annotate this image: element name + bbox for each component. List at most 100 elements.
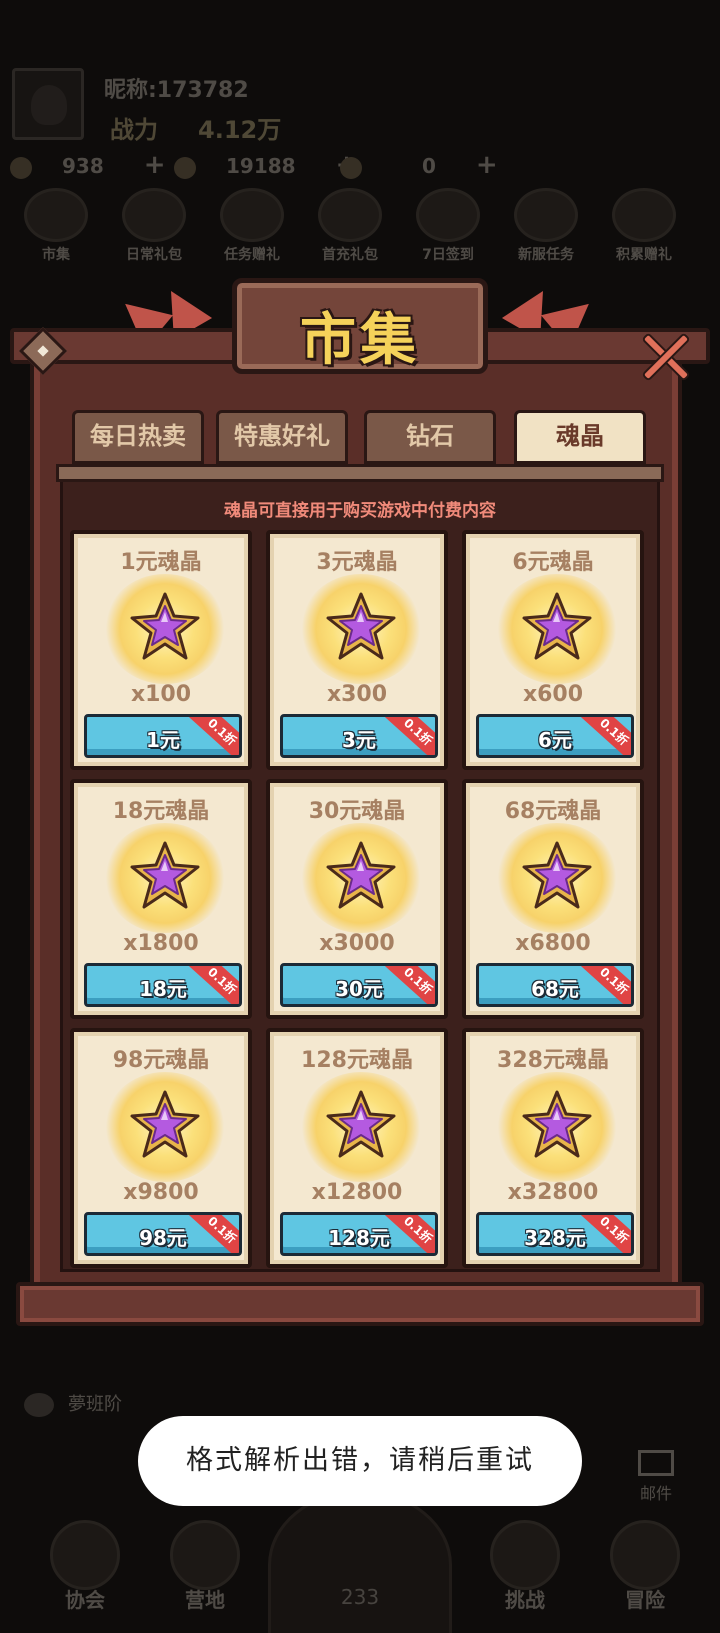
product-card[interactable]: 328元魂晶 x32800 328元 0.1折 — [462, 1028, 644, 1268]
buy-button[interactable]: 98元 0.1折 — [84, 1212, 242, 1256]
product-title: 98元魂晶 — [112, 1048, 210, 1073]
product-quantity: x100 — [130, 682, 192, 707]
product-card[interactable]: 18元魂晶 x1800 18元 0.1折 — [70, 779, 252, 1019]
soul-crystal-star-icon — [130, 841, 200, 909]
tab-daily-hot[interactable]: 每日热卖 — [72, 410, 204, 464]
product-quantity: x6800 — [515, 931, 591, 956]
calendar-icon — [416, 188, 480, 242]
hud-signin: 7日签到 — [406, 188, 490, 264]
product-quantity: x1800 — [123, 931, 199, 956]
hud-task-gift: 任务赠礼 — [210, 188, 294, 264]
add-crystal-button: + — [475, 150, 498, 180]
currency-row: 938+ 19188+ 0+ — [10, 150, 710, 180]
close-button[interactable] — [640, 330, 692, 382]
buy-button[interactable]: 328元 0.1折 — [476, 1212, 634, 1256]
avatar — [12, 68, 84, 140]
bottom-nav: 协会 营地 挑战 冒险 — [0, 1520, 720, 1633]
hud-first-charge: 首充礼包 — [308, 188, 392, 264]
product-quantity: x600 — [522, 682, 584, 707]
product-card[interactable]: 3元魂晶 x300 3元 0.1折 — [266, 530, 448, 770]
product-title: 128元魂晶 — [301, 1048, 413, 1073]
add-gem-button: + — [143, 150, 166, 180]
nav-camp: 营地 — [150, 1520, 260, 1613]
nickname: 昵称:173782 — [104, 78, 249, 103]
product-quantity: x9800 — [123, 1180, 199, 1205]
market-title: 市集 — [300, 308, 420, 373]
hud-icon-row: 市集 日常礼包 任务赠礼 首充礼包 7日签到 新服任务 积累赠礼 — [8, 188, 712, 268]
hud-accumulate-gift: 积累赠礼 — [602, 188, 686, 264]
product-title: 68元魂晶 — [504, 799, 602, 824]
power-value: 4.12万 — [198, 116, 282, 144]
product-title: 1元魂晶 — [120, 550, 202, 575]
product-title: 328元魂晶 — [497, 1048, 609, 1073]
chat-row: 夢班阶 — [24, 1390, 122, 1417]
product-card[interactable]: 6元魂晶 x600 6元 0.1折 — [462, 530, 644, 770]
product-quantity: x12800 — [311, 1180, 403, 1205]
power-display: 战力 4.12万 — [110, 110, 281, 145]
buy-button[interactable]: 30元 0.1折 — [280, 963, 438, 1007]
product-title: 30元魂晶 — [308, 799, 406, 824]
panel-bottom-frame — [16, 1282, 704, 1326]
buy-button[interactable]: 128元 0.1折 — [280, 1212, 438, 1256]
battle-icon — [490, 1520, 560, 1590]
product-card[interactable]: 68元魂晶 x6800 68元 0.1折 — [462, 779, 644, 1019]
product-quantity: x32800 — [507, 1180, 599, 1205]
product-card[interactable]: 1元魂晶 x100 1元 0.1折 — [70, 530, 252, 770]
chat-icon — [24, 1393, 54, 1417]
gift-icon — [220, 188, 284, 242]
adventure-icon — [610, 1520, 680, 1590]
soul-crystal-star-icon — [326, 592, 396, 660]
market-icon — [24, 188, 88, 242]
soul-crystal-star-icon — [130, 592, 200, 660]
soul-crystal-star-icon — [522, 592, 592, 660]
tab-diamond[interactable]: 钻石 — [364, 410, 496, 464]
currency-gem: 938 + — [10, 150, 166, 180]
hud-daily-gift: 日常礼包 — [112, 188, 196, 264]
soul-crystal-star-icon — [326, 1090, 396, 1158]
coin-icon — [174, 156, 196, 179]
error-toast: 格式解析出错，请稍后重试 — [138, 1416, 582, 1506]
tab-rail — [56, 464, 664, 482]
product-card[interactable]: 98元魂晶 x9800 98元 0.1折 — [70, 1028, 252, 1268]
title-plate: 市集 — [232, 278, 488, 374]
buy-button[interactable]: 6元 0.1折 — [476, 714, 634, 758]
product-quantity: x3000 — [319, 931, 395, 956]
gift-icon — [318, 188, 382, 242]
guild-icon — [50, 1520, 120, 1590]
hud-new-server-task: 新服任务 — [504, 188, 588, 264]
product-title: 18元魂晶 — [112, 799, 210, 824]
buy-button[interactable]: 1元 0.1折 — [84, 714, 242, 758]
crystal-icon — [340, 156, 362, 179]
market-subtitle: 魂晶可直接用于购买游戏中付费内容 — [224, 501, 496, 521]
task-icon — [514, 188, 578, 242]
product-quantity: x300 — [326, 682, 388, 707]
mail-button: 邮件 — [630, 1450, 682, 1504]
gift-icon — [612, 188, 676, 242]
currency-crystal: 0 + — [340, 150, 498, 180]
product-title: 6元魂晶 — [512, 550, 594, 575]
hud-market: 市集 — [14, 188, 98, 264]
product-title: 3元魂晶 — [316, 550, 398, 575]
mail-icon — [638, 1450, 674, 1476]
product-grid: 1元魂晶 x100 1元 0.1折 3元魂晶 x300 3元 0.1折 6元魂晶 x600 6元 0.… — [70, 530, 650, 1280]
market-tabs: 每日热卖 特惠好礼 钻石 魂晶 — [72, 410, 652, 466]
gift-icon — [122, 188, 186, 242]
nav-adventure: 冒险 — [590, 1520, 700, 1613]
gem-icon — [10, 156, 32, 179]
nav-battle: 挑战 — [470, 1520, 580, 1613]
camp-icon — [170, 1520, 240, 1590]
soul-crystal-star-icon — [130, 1090, 200, 1158]
product-card[interactable]: 30元魂晶 x3000 30元 0.1折 — [266, 779, 448, 1019]
tab-special-offer[interactable]: 特惠好礼 — [216, 410, 348, 464]
nav-guild: 协会 — [30, 1520, 140, 1613]
buy-button[interactable]: 3元 0.1折 — [280, 714, 438, 758]
buy-button[interactable]: 18元 0.1折 — [84, 963, 242, 1007]
product-card[interactable]: 128元魂晶 x12800 128元 0.1折 — [266, 1028, 448, 1268]
soul-crystal-star-icon — [522, 1090, 592, 1158]
soul-crystal-star-icon — [522, 841, 592, 909]
buy-button[interactable]: 68元 0.1折 — [476, 963, 634, 1007]
tab-soul-crystal[interactable]: 魂晶 — [514, 410, 646, 464]
soul-crystal-star-icon — [326, 841, 396, 909]
currency-coin: 19188+ — [174, 150, 357, 180]
power-label: 战力 — [110, 116, 158, 144]
